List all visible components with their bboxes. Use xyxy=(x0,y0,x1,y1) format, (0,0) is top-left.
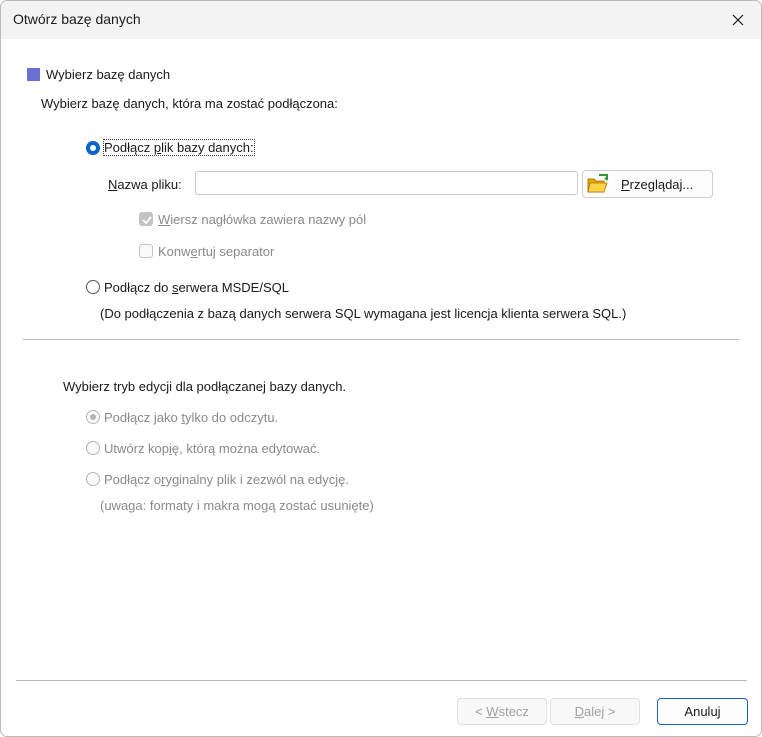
open-database-dialog: Otwórz bazę danych Wybierz bazę danych W… xyxy=(0,0,762,737)
browse-button[interactable]: Przeglądaj... xyxy=(582,170,713,198)
filename-label: Nazwa pliku: xyxy=(108,177,182,192)
back-button[interactable]: < Wstecz xyxy=(457,698,547,725)
cancel-button[interactable]: Anuluj xyxy=(657,698,748,725)
section-heading: Wybierz bazę danych xyxy=(46,67,171,82)
section-divider xyxy=(23,339,739,340)
convert-separator-label: Konwertuj separator xyxy=(158,244,275,259)
browse-button-label: Przeglądaj... xyxy=(621,176,694,192)
convert-separator-checkbox[interactable] xyxy=(139,244,153,258)
read-only-radio[interactable] xyxy=(86,410,100,424)
title-bar: Otwórz bazę danych xyxy=(1,1,761,39)
server-license-note: (Do podłączenia z bazą danych serwera SQ… xyxy=(100,306,627,321)
connect-file-radio[interactable] xyxy=(86,141,100,155)
connect-server-radio[interactable] xyxy=(86,280,100,294)
editable-copy-radio[interactable] xyxy=(86,441,100,455)
read-only-label: Podłącz jako tylko do odczytu. xyxy=(104,410,279,425)
footer-divider xyxy=(16,680,747,681)
edit-original-label: Podłącz oryginalny plik i zezwól na edyc… xyxy=(104,472,349,487)
connect-file-label[interactable]: Podłącz plik bazy danych: xyxy=(103,139,255,156)
back-button-label: < Wstecz xyxy=(475,704,529,719)
next-button-label: Dalej > xyxy=(574,704,616,719)
section-square-icon xyxy=(27,68,40,81)
header-row-label: Wiersz nagłówka zawiera nazwy pól xyxy=(158,212,367,227)
header-row-checkbox[interactable] xyxy=(139,212,153,226)
section-instruction: Wybierz bazę danych, która ma zostać pod… xyxy=(41,96,338,111)
close-icon xyxy=(732,14,744,26)
close-button[interactable] xyxy=(715,1,761,39)
edit-original-radio[interactable] xyxy=(86,472,100,486)
folder-open-icon xyxy=(587,174,608,193)
edit-mode-heading: Wybierz tryb edycji dla podłączanej bazy… xyxy=(63,379,347,394)
macros-note: (uwaga: formaty i makra mogą zostać usun… xyxy=(100,498,374,513)
checkmark-icon xyxy=(142,216,152,225)
connect-server-label[interactable]: Podłącz do serwera MSDE/SQL xyxy=(104,280,289,295)
dialog-title: Otwórz bazę danych xyxy=(13,11,141,27)
filename-input[interactable] xyxy=(195,171,578,195)
editable-copy-label: Utwórz kopię, którą można edytować. xyxy=(104,441,321,456)
next-button[interactable]: Dalej > xyxy=(550,698,640,725)
